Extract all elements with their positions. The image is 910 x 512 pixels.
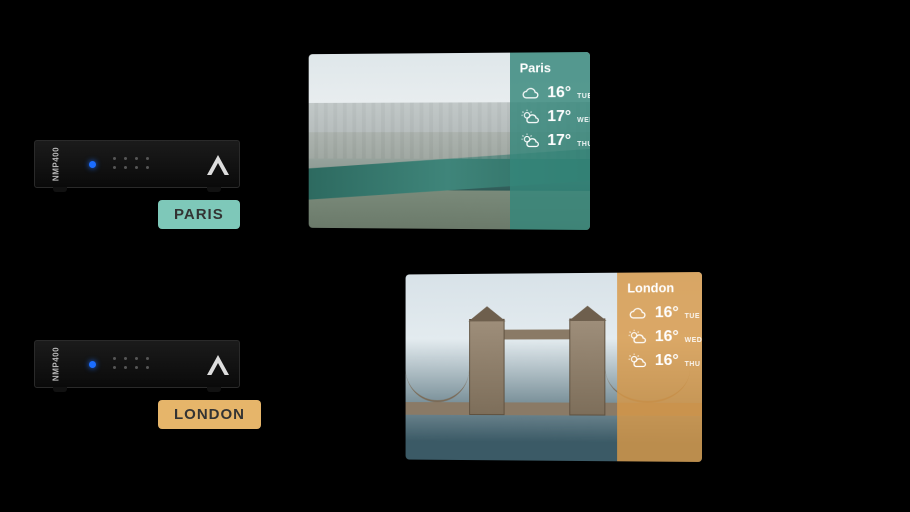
media-player-device: NMP400 — [34, 340, 240, 388]
forecast-day: TUE — [685, 313, 700, 320]
partly-sunny-icon — [520, 132, 542, 150]
forecast-temp: 16° — [655, 304, 679, 322]
signage-display: Paris 16° TUE 17° WED 17° THU — [309, 52, 590, 230]
weather-panel: Paris 16° TUE 17° WED 17° THU — [510, 52, 590, 230]
weather-panel: London 16° TUE 16° WED 16° THU — [617, 272, 702, 462]
media-player-device: NMP400 — [34, 140, 240, 188]
forecast-temp: 17° — [547, 108, 571, 126]
brand-logo-icon — [207, 355, 229, 375]
device-location-tag: LONDON — [158, 400, 261, 429]
partly-sunny-icon — [627, 352, 649, 370]
cloud-icon — [520, 84, 542, 102]
forecast-day: THU — [685, 361, 701, 368]
city-name: Paris — [520, 60, 582, 75]
forecast-row: 17° THU — [520, 132, 582, 150]
device-location-tag: PARIS — [158, 200, 240, 229]
device-model-label: NMP400 — [52, 147, 61, 181]
status-leds-icon — [113, 157, 151, 171]
power-led-icon — [89, 161, 96, 168]
forecast-row: 16° WED — [627, 328, 694, 346]
forecast-temp: 16° — [655, 328, 679, 346]
forecast-temp: 17° — [547, 132, 571, 150]
forecast-day: THU — [577, 141, 590, 148]
brand-logo-icon — [207, 155, 229, 175]
signage-display: London 16° TUE 16° WED 16° THU — [406, 272, 702, 462]
power-led-icon — [89, 361, 96, 368]
partly-sunny-icon — [520, 108, 542, 126]
partly-sunny-icon — [627, 328, 649, 346]
forecast-temp: 16° — [547, 84, 571, 102]
forecast-temp: 16° — [655, 352, 679, 370]
forecast-row: 16° THU — [627, 352, 694, 370]
forecast-day: TUE — [577, 93, 590, 100]
city-name: London — [627, 280, 694, 295]
forecast-row: 16° TUE — [520, 84, 582, 102]
cloud-icon — [627, 304, 649, 322]
device-model-label: NMP400 — [52, 347, 61, 381]
forecast-day: WED — [685, 337, 702, 344]
forecast-day: WED — [577, 117, 590, 124]
forecast-row: 16° TUE — [627, 304, 694, 322]
forecast-row: 17° WED — [520, 108, 582, 126]
status-leds-icon — [113, 357, 151, 371]
